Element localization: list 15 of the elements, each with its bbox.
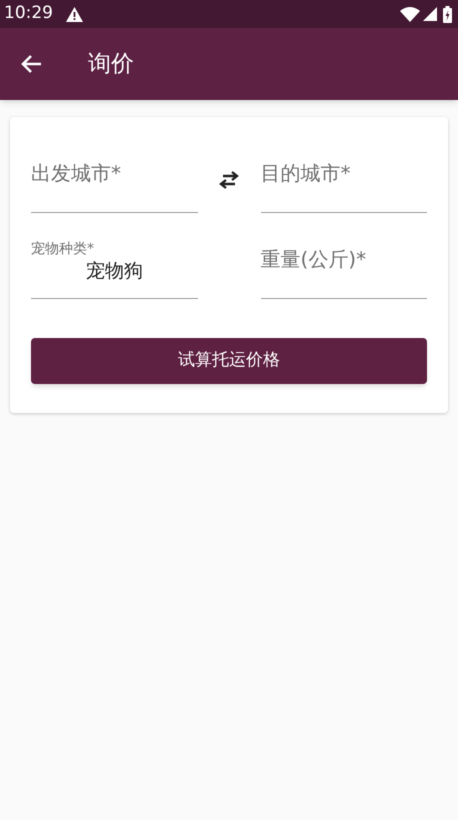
field-label: 宠物种类* (31, 240, 95, 258)
input-field[interactable]: 目的城市* (260, 158, 427, 213)
field-value: 宠物狗 (84, 259, 144, 284)
swap-icon[interactable] (217, 170, 241, 188)
page-title: 询价 (88, 50, 134, 79)
input-field[interactable]: 宠物种类* 宠物狗 (31, 213, 198, 299)
wifi-icon (400, 6, 420, 22)
signal-icon (423, 7, 437, 21)
battery-icon (443, 6, 452, 22)
status-time: 10:29 (4, 2, 53, 26)
back-icon (20, 54, 42, 74)
input-field[interactable]: 出发城市* (31, 158, 198, 213)
input-field[interactable]: 重量(公斤)* (260, 244, 427, 299)
warning-icon (66, 6, 83, 22)
calculate-button[interactable]: 试算托运价格 (31, 338, 427, 384)
